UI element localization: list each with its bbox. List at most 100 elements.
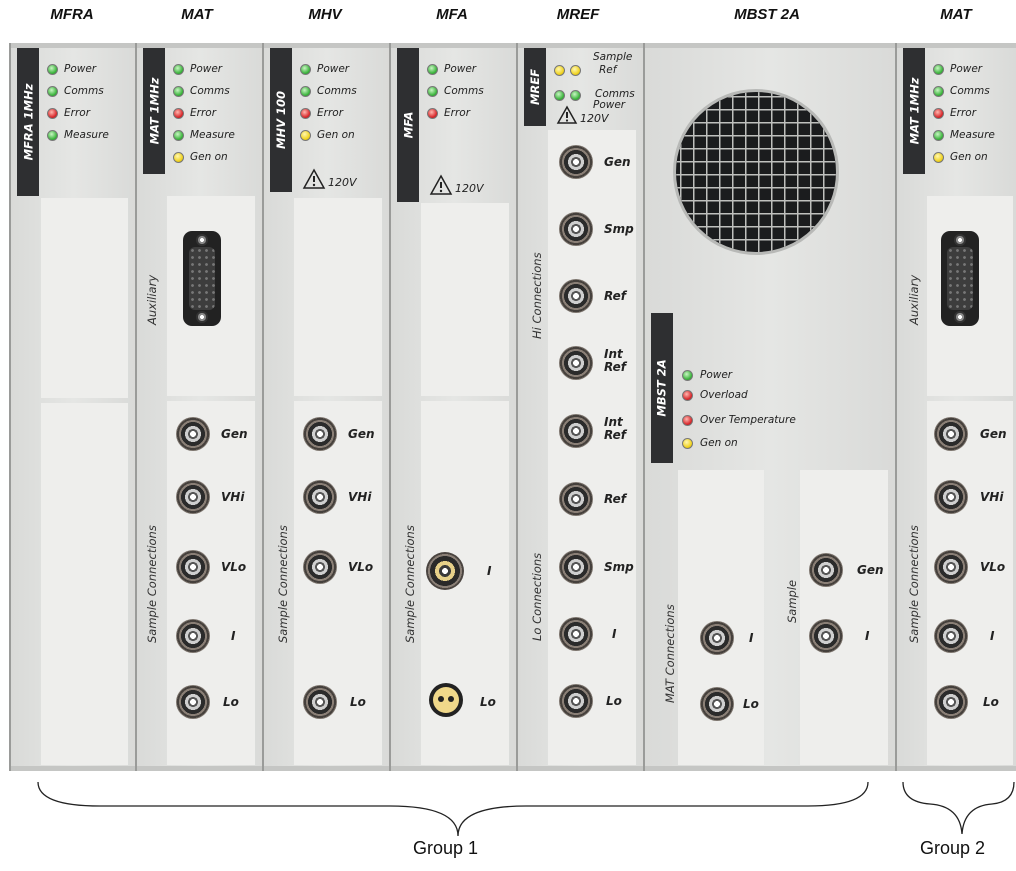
indicator-label: Error [190,107,217,119]
led-overload [682,390,693,401]
bnc-lo-connector[interactable] [559,684,593,718]
title-mbst: MBST 2A [734,6,800,23]
bnc-gen-connector[interactable] [934,417,968,451]
port-label: Ref [604,289,627,303]
port-label: Gen [348,427,375,441]
bnc-lo-connector[interactable] [176,685,210,719]
bnc-gen-connector[interactable] [559,145,593,179]
bnc-i-connector[interactable] [176,619,210,653]
led-error [933,108,944,119]
indicator-label: Power [444,63,477,75]
title-mref: MREF [556,6,600,23]
sample-connections-label: Sample Connections [145,525,159,643]
indicator-label: Gen on [317,129,355,141]
auxiliary-dsub-connector[interactable] [941,231,979,326]
bnc-i-connector[interactable] [700,621,734,655]
module-mat: MAT 1MHz Power Comms Error Measure Gen o… [135,43,263,771]
port-label: I [231,629,236,643]
port-label: Ref [604,492,627,506]
bnc-gen-connector[interactable] [303,417,337,451]
port-label: Lo [350,695,366,709]
sample-connections-label: Sample Connections [403,525,417,643]
port-label: VHi [348,490,372,504]
port-label: I [487,564,492,578]
led-comms [554,90,565,101]
bnc-smp-connector[interactable] [559,550,593,584]
blank-panel [294,198,382,396]
led-comms [300,86,311,97]
bnc-lo-connector[interactable] [700,687,734,721]
hi-connections-label: Hi Connections [530,252,544,339]
led-measure [173,130,184,141]
lo-binding-post[interactable] [429,683,463,717]
bnc-ref-connector[interactable] [559,279,593,313]
bnc-vhi-connector[interactable] [176,480,210,514]
led-power [933,64,944,75]
port-label: VLo [221,560,247,574]
indicator-label: Power [317,63,350,75]
auxiliary-dsub-connector[interactable] [183,231,221,326]
current-input-connector[interactable] [426,552,464,590]
lo-connections-label: Lo Connections [530,552,544,641]
port-label: I [990,629,995,643]
blank-panel [41,198,128,398]
port-label: Lo [606,694,622,708]
title-mfra: MFRA [50,6,94,23]
voltage-warning: 120V [328,176,357,189]
bnc-ref-connector[interactable] [559,482,593,516]
title-mhv: MHV [308,6,342,23]
title-mat: MAT [181,6,213,23]
port-label: Gen [604,155,631,169]
led-measure [47,130,58,141]
indicator-label: Gen on [950,151,988,163]
bnc-i-connector[interactable] [559,617,593,651]
bnc-i-connector[interactable] [809,619,843,653]
port-label: VLo [980,560,1006,574]
bnc-int-ref-connector[interactable] [559,346,593,380]
bnc-vlo-connector[interactable] [176,550,210,584]
bnc-int-ref-connector[interactable] [559,414,593,448]
port-label: Smp [604,222,634,236]
bnc-vlo-connector[interactable] [934,550,968,584]
mat-connection-panel [678,470,764,765]
module-mat-2: MAT 1MHz Power Comms Error Measure Gen o… [895,43,1016,771]
port-label: VLo [348,560,374,574]
led-comms [427,86,438,97]
bnc-gen-connector[interactable] [809,553,843,587]
indicator-label: Error [64,107,91,119]
indicator-label: Comms [444,85,484,97]
port-label: Gen [980,427,1007,441]
indicator-label: Ref [599,64,617,76]
bnc-vlo-connector[interactable] [303,550,337,584]
blank-panel [421,203,509,396]
led-comms [933,86,944,97]
led-comms [173,86,184,97]
module-mhv: MHV 100 Power Comms Error Gen on 120V Sa… [262,43,390,771]
bnc-gen-connector[interactable] [176,417,210,451]
group-braces [37,781,1015,837]
led-measure [933,130,944,141]
led-power [300,64,311,75]
warning-icon [429,174,453,195]
led-error [300,108,311,119]
module-tag-mat: MAT 1MHz [143,48,165,174]
bnc-smp-connector[interactable] [559,212,593,246]
led-gen-on [300,130,311,141]
led-gen-on [933,152,944,163]
led-power [427,64,438,75]
sample-connections-label: Sample Connections [907,525,921,643]
indicator-label: Error [950,107,977,119]
port-label: Gen [221,427,248,441]
indicator-label: Error [317,107,344,119]
bnc-i-connector[interactable] [934,619,968,653]
indicator-label: Power [64,63,97,75]
led-power [682,370,693,381]
bnc-lo-connector[interactable] [303,685,337,719]
bnc-lo-connector[interactable] [934,685,968,719]
indicator-label: Comms [190,85,230,97]
bnc-vhi-connector[interactable] [934,480,968,514]
bnc-vhi-connector[interactable] [303,480,337,514]
led-gen-on [682,438,693,449]
port-label: Int Ref [604,415,627,442]
indicator-label: Comms [64,85,104,97]
